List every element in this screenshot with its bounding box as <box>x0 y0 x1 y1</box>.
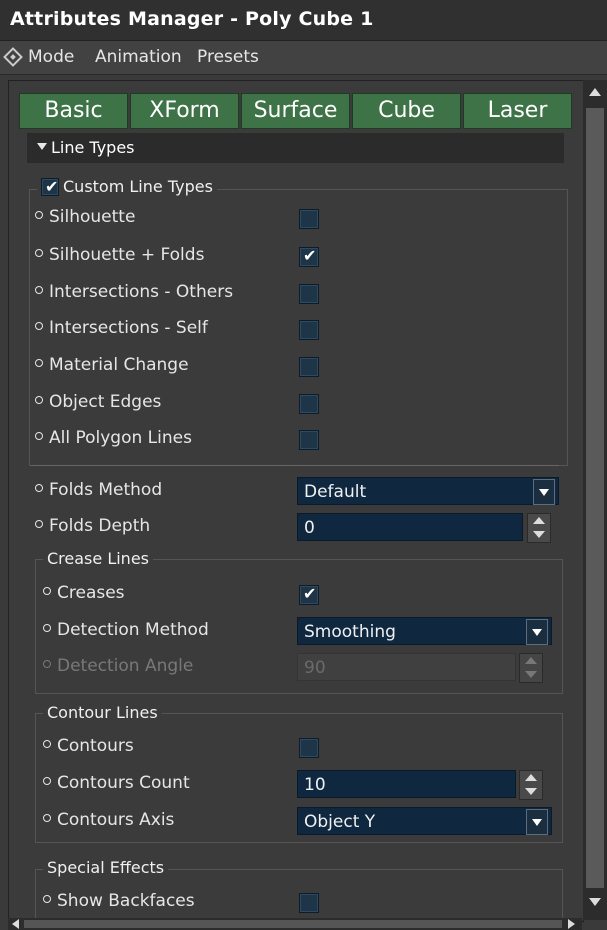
contours-axis-label: Contours Axis <box>43 810 174 830</box>
arrow-down-icon <box>525 671 537 678</box>
horizontal-scrollbar[interactable] <box>8 918 582 930</box>
arrow-up-icon <box>525 774 537 781</box>
bullet-icon <box>43 777 51 785</box>
attributes-panel: Basic XForm Surface Cube Laser Line Type… <box>8 80 584 922</box>
tab-surface[interactable]: Surface <box>241 93 350 129</box>
detection-method-dropdown-arrow[interactable] <box>526 619 548 645</box>
chevron-down-icon <box>532 819 542 826</box>
scroll-up-icon[interactable] <box>589 88 601 96</box>
contour-lines-title: Contour Lines <box>43 703 162 725</box>
show-backfaces-checkbox[interactable] <box>299 893 319 913</box>
folds-depth-input[interactable]: 0 <box>297 513 523 541</box>
object-edges-label: Object Edges <box>35 392 161 412</box>
tab-bar: Basic XForm Surface Cube Laser <box>19 93 574 129</box>
material-change-label: Material Change <box>35 355 189 375</box>
chevron-down-icon <box>539 489 549 496</box>
detection-angle-input: 90 <box>297 653 516 681</box>
tab-laser[interactable]: Laser <box>463 93 572 129</box>
bullet-icon <box>43 814 51 822</box>
intersections-others-label: Intersections - Others <box>35 282 233 302</box>
intersections-others-checkbox[interactable] <box>299 284 319 304</box>
bullet-icon <box>35 322 43 330</box>
silhouette-folds-label: Silhouette + Folds <box>35 245 204 265</box>
bullet-icon <box>35 359 43 367</box>
contours-checkbox[interactable] <box>299 738 319 758</box>
section-label: Line Types <box>51 138 135 157</box>
menu-mode[interactable]: Mode <box>28 47 74 67</box>
bullet-icon <box>35 484 43 492</box>
bullet-icon <box>43 740 51 748</box>
attributes-manager-window: Attributes Manager - Poly Cube 1 Mode An… <box>0 0 607 930</box>
menu-bar: Mode Animation Presets <box>0 41 607 75</box>
bullet-icon <box>35 520 43 528</box>
tab-basic[interactable]: Basic <box>19 93 128 129</box>
material-change-checkbox[interactable] <box>299 357 319 377</box>
bullet-icon <box>43 660 51 668</box>
contours-count-input[interactable]: 10 <box>297 770 516 798</box>
contours-count-spinner[interactable] <box>519 770 543 800</box>
menu-animation[interactable]: Animation <box>95 47 182 67</box>
bullet-icon <box>35 211 43 219</box>
folds-depth-label: Folds Depth <box>35 516 150 536</box>
panel-menu-icon[interactable] <box>3 47 23 67</box>
arrow-up-icon <box>525 657 537 664</box>
contours-axis-dropdown[interactable]: Object Y <box>297 807 552 835</box>
contours-axis-dropdown-arrow[interactable] <box>526 809 548 835</box>
silhouette-checkbox[interactable] <box>299 209 319 229</box>
folds-method-dropdown-arrow[interactable] <box>533 479 555 505</box>
arrow-down-icon <box>533 531 545 538</box>
tab-xform[interactable]: XForm <box>130 93 239 129</box>
scroll-left-icon[interactable] <box>12 919 19 929</box>
custom-line-types-label: Custom Line Types <box>63 177 213 196</box>
creases-checkbox[interactable]: ✔ <box>299 584 319 605</box>
custom-line-types-checkbox[interactable]: ✔ <box>41 177 59 196</box>
divider <box>31 465 559 466</box>
all-polygon-lines-label: All Polygon Lines <box>35 428 192 448</box>
detection-method-dropdown[interactable]: Smoothing <box>297 617 552 645</box>
bullet-icon <box>35 286 43 294</box>
window-title: Attributes Manager - Poly Cube 1 <box>10 8 374 30</box>
bullet-icon <box>35 249 43 257</box>
all-polygon-lines-checkbox[interactable] <box>299 430 319 450</box>
intersections-self-checkbox[interactable] <box>299 320 319 340</box>
crease-lines-title: Crease Lines <box>43 549 153 571</box>
creases-label: Creases <box>43 583 125 603</box>
detection-angle-spinner <box>519 653 543 683</box>
special-effects-title: Special Effects <box>43 858 169 880</box>
title-bar[interactable]: Attributes Manager - Poly Cube 1 <box>0 0 607 41</box>
detection-method-label: Detection Method <box>43 620 209 640</box>
folds-method-label: Folds Method <box>35 480 162 500</box>
tab-cube[interactable]: Cube <box>352 93 461 129</box>
folds-method-dropdown[interactable]: Default <box>297 477 559 505</box>
contours-label: Contours <box>43 736 134 756</box>
intersections-self-label: Intersections - Self <box>35 318 208 338</box>
collapse-arrow-icon <box>37 143 47 150</box>
vertical-scrollbar[interactable] <box>583 80 607 920</box>
scroll-right-icon[interactable] <box>568 919 575 929</box>
chevron-down-icon <box>532 629 542 636</box>
arrow-up-icon <box>533 517 545 524</box>
menu-presets[interactable]: Presets <box>197 47 259 67</box>
arrow-down-icon <box>525 788 537 795</box>
custom-line-types-header: ✔ Custom Line Types <box>37 177 217 199</box>
bullet-icon <box>43 895 51 903</box>
bullet-icon <box>43 587 51 595</box>
object-edges-checkbox[interactable] <box>299 394 319 414</box>
silhouette-label: Silhouette <box>35 207 135 227</box>
show-backfaces-label: Show Backfaces <box>43 891 195 911</box>
folds-depth-spinner[interactable] <box>527 513 551 543</box>
section-line-types[interactable]: Line Types <box>27 133 564 163</box>
vertical-scroll-thumb[interactable] <box>586 108 604 888</box>
bullet-icon <box>35 432 43 440</box>
bullet-icon <box>43 624 51 632</box>
silhouette-folds-checkbox[interactable]: ✔ <box>299 246 319 267</box>
detection-angle-label: Detection Angle <box>43 656 193 676</box>
contours-count-label: Contours Count <box>43 773 190 793</box>
scroll-down-icon[interactable] <box>589 898 601 906</box>
bullet-icon <box>35 396 43 404</box>
horizontal-scroll-thumb[interactable] <box>24 920 562 928</box>
